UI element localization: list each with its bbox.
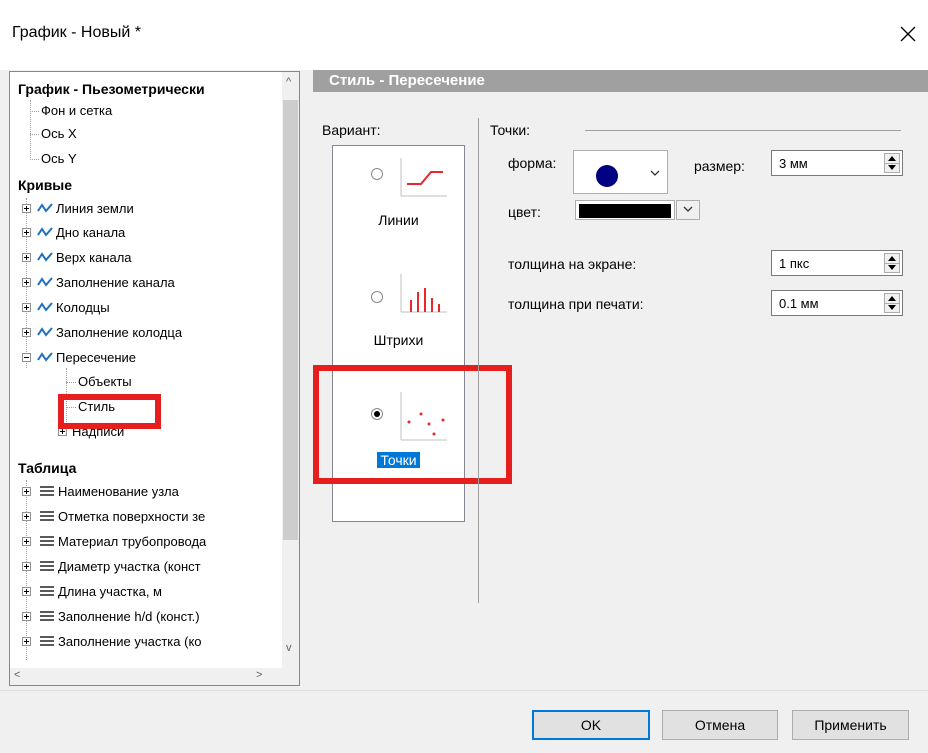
expand-icon[interactable] — [22, 587, 31, 596]
tree-item-channel-top[interactable]: Верх канала — [22, 247, 292, 269]
text-lines-icon — [40, 561, 54, 571]
circle-shape-icon — [596, 165, 618, 187]
print-thickness-stepper[interactable]: 0.1 мм — [771, 290, 903, 316]
expand-icon[interactable] — [22, 328, 31, 337]
apply-button[interactable]: Применить — [792, 710, 909, 740]
tree-item-objects[interactable]: Объекты — [78, 371, 132, 393]
size-label: размер: — [694, 158, 745, 174]
tree-item-background-grid[interactable]: Фон и сетка — [41, 100, 112, 122]
title-bar: График - Новый * — [0, 0, 928, 70]
text-lines-icon — [40, 536, 54, 546]
curve-icon — [37, 203, 53, 213]
tree-item-axis-y[interactable]: Ось Y — [41, 148, 77, 170]
highlight-frame-points — [313, 365, 512, 484]
tree-root[interactable]: График - Пьезометрически — [18, 78, 205, 100]
tree-item-channel-fill[interactable]: Заполнение канала — [22, 272, 292, 294]
variant-option-lines[interactable]: Линии — [333, 146, 464, 256]
tree-item-axis-x[interactable]: Ось X — [41, 123, 77, 145]
color-label: цвет: — [508, 204, 541, 220]
panel-header: Стиль - Пересечение — [313, 70, 928, 92]
size-value: 3 мм — [779, 156, 808, 171]
print-thickness-value: 0.1 мм — [779, 296, 819, 311]
tree-table-header[interactable]: Таблица — [18, 457, 76, 479]
radio-strokes[interactable] — [371, 291, 383, 303]
footer-divider — [0, 690, 928, 691]
scroll-down-icon[interactable]: v — [286, 642, 292, 654]
curve-icon — [37, 227, 53, 237]
curve-icon — [37, 352, 53, 362]
settings-tree[interactable]: График - Пьезометрически Фон и сетка Ось… — [9, 71, 300, 686]
screen-thickness-value: 1 пкс — [779, 256, 810, 271]
color-swatch — [579, 204, 671, 218]
curve-icon — [37, 327, 53, 337]
scroll-right-icon[interactable]: > — [256, 669, 262, 681]
size-stepper[interactable]: 3 мм — [771, 150, 903, 176]
tree-item-intersection[interactable]: Пересечение — [22, 347, 292, 369]
tree-item-ground-line[interactable]: Линия земли — [22, 198, 292, 220]
variant-label: Вариант: — [322, 122, 381, 138]
print-thickness-label: толщина при печати: — [508, 296, 644, 312]
expand-icon[interactable] — [22, 278, 31, 287]
close-button[interactable] — [888, 14, 928, 54]
expand-icon[interactable] — [22, 537, 31, 546]
cancel-button[interactable]: Отмена — [662, 710, 778, 740]
panel-divider — [478, 118, 479, 603]
text-lines-icon — [40, 511, 54, 521]
close-icon — [900, 26, 916, 42]
strokes-style-icon — [400, 274, 447, 313]
color-picker[interactable] — [575, 200, 675, 220]
tree-item-well-fill[interactable]: Заполнение колодца — [22, 322, 292, 344]
variant-option-strokes[interactable]: Штрихи — [333, 266, 464, 376]
tree-item-node-name[interactable]: Наименование узла — [22, 481, 292, 503]
tree-vertical-scrollbar[interactable]: ^ v — [282, 72, 299, 668]
tree-horizontal-scrollbar[interactable]: < > — [10, 668, 299, 685]
expand-icon[interactable] — [22, 562, 31, 571]
size-spin-buttons[interactable] — [884, 153, 900, 173]
expand-icon[interactable] — [22, 612, 31, 621]
scroll-thumb[interactable] — [283, 100, 298, 540]
expand-icon[interactable] — [22, 487, 31, 496]
expand-icon[interactable] — [22, 253, 31, 262]
tree-curves-header[interactable]: Кривые — [18, 174, 72, 196]
tree-item-section-fill[interactable]: Заполнение участка (ко — [22, 631, 292, 653]
points-group-line — [585, 130, 901, 131]
expand-icon[interactable] — [22, 228, 31, 237]
print-thickness-spin-buttons[interactable] — [884, 293, 900, 313]
screen-thickness-stepper[interactable]: 1 пкс — [771, 250, 903, 276]
text-lines-icon — [40, 486, 54, 496]
color-dropdown-button[interactable] — [676, 200, 700, 220]
expand-icon[interactable] — [22, 637, 31, 646]
curve-icon — [37, 252, 53, 262]
shape-label: форма: — [508, 155, 557, 171]
collapse-icon[interactable] — [22, 353, 31, 362]
expand-icon[interactable] — [22, 512, 31, 521]
tree-item-wells[interactable]: Колодцы — [22, 297, 292, 319]
screen-thickness-spin-buttons[interactable] — [884, 253, 900, 273]
curve-icon — [37, 302, 53, 312]
tree-item-channel-bottom[interactable]: Дно канала — [22, 222, 292, 244]
ok-button[interactable]: OK — [532, 710, 650, 740]
expand-icon[interactable] — [22, 303, 31, 312]
expand-icon[interactable] — [22, 204, 31, 213]
highlight-frame-style — [58, 394, 161, 429]
chevron-down-icon — [650, 170, 660, 176]
lines-style-icon — [400, 158, 447, 197]
points-group-label: Точки: — [490, 122, 531, 138]
tree-item-fill-hd[interactable]: Заполнение h/d (конст.) — [22, 606, 292, 628]
tree-item-surface-mark[interactable]: Отметка поверхности зе — [22, 506, 292, 528]
tree-item-section-length[interactable]: Длина участка, м — [22, 581, 292, 603]
radio-lines[interactable] — [371, 168, 383, 180]
shape-dropdown[interactable] — [573, 150, 668, 194]
tree-item-section-diameter[interactable]: Диаметр участка (конст — [22, 556, 292, 578]
window-title: График - Новый * — [12, 24, 141, 41]
scroll-up-icon[interactable]: ^ — [286, 76, 291, 88]
scroll-left-icon[interactable]: < — [14, 669, 20, 681]
text-lines-icon — [40, 586, 54, 596]
text-lines-icon — [40, 611, 54, 621]
text-lines-icon — [40, 636, 54, 646]
chevron-down-icon — [683, 206, 693, 212]
curve-icon — [37, 277, 53, 287]
screen-thickness-label: толщина на экране: — [508, 256, 637, 272]
tree-item-pipe-material[interactable]: Материал трубопровода — [22, 531, 292, 553]
